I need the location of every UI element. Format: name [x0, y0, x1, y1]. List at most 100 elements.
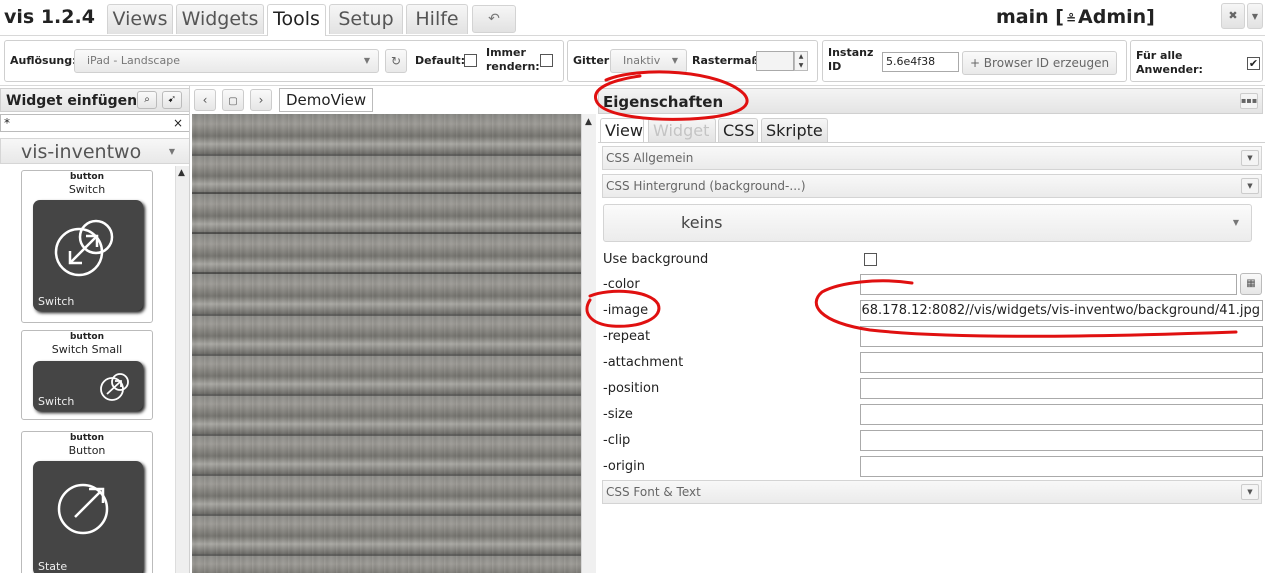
- color-picker-button[interactable]: ▦: [1240, 273, 1262, 295]
- position-input[interactable]: [860, 378, 1263, 399]
- filter-value: *: [4, 116, 10, 130]
- widget-type: button: [69, 172, 105, 182]
- default-checkbox[interactable]: [464, 54, 477, 67]
- plank-divider: [192, 394, 581, 396]
- section-css-general[interactable]: CSS Allgemein ▼: [602, 146, 1262, 170]
- widget-card-switch[interactable]: button Switch Switch: [21, 170, 153, 323]
- tab-widget[interactable]: Widget: [648, 118, 716, 142]
- menu-tab-views[interactable]: Views: [107, 4, 173, 34]
- palette-icon: ▦: [1246, 278, 1256, 289]
- background-preset-value: keins: [681, 213, 723, 232]
- render-label-2: rendern:: [486, 60, 540, 73]
- prop-label-repeat: -repeat: [603, 329, 651, 344]
- widget-name: Switch Small: [51, 343, 123, 356]
- widget-filter-input[interactable]: * ×: [0, 114, 189, 132]
- view-canvas-background[interactable]: [192, 114, 581, 573]
- search-icon: ⌕: [144, 94, 150, 105]
- chevron-down-icon[interactable]: ▼: [1241, 150, 1259, 166]
- menu-tab-widgets[interactable]: Widgets: [176, 4, 264, 34]
- chevron-down-icon: ▼: [168, 147, 175, 156]
- delete-view-button[interactable]: ▢: [222, 89, 244, 111]
- image-input[interactable]: http://192.168.178.12:8082//vis/widgets/…: [860, 300, 1263, 321]
- undo-button[interactable]: ↶: [472, 5, 516, 33]
- use-background-label: Use background: [603, 252, 709, 267]
- section-label: CSS Hintergrund (background-...): [606, 179, 806, 193]
- view-name-tab[interactable]: DemoView: [279, 88, 374, 112]
- color-input[interactable]: [860, 274, 1237, 295]
- search-button[interactable]: ⌕: [137, 91, 157, 109]
- chevron-down-icon: ▼: [363, 56, 370, 65]
- top-menu-bar: vis 1.2.4 Views Widgets Tools Setup Hilf…: [0, 0, 1265, 36]
- raster-spinner[interactable]: ▲ ▼: [794, 51, 808, 71]
- instance-label-1: Instanz: [828, 46, 874, 59]
- clip-input[interactable]: [860, 430, 1263, 451]
- widget-caption: Switch: [38, 395, 75, 408]
- undo-icon: ↶: [488, 11, 500, 27]
- section-css-background[interactable]: CSS Hintergrund (background-...) ▼: [602, 174, 1262, 198]
- clear-filter-icon[interactable]: ×: [173, 115, 183, 131]
- menu-tab-tools[interactable]: Tools: [267, 4, 326, 36]
- widget-type: button: [69, 433, 105, 443]
- raster-input[interactable]: [756, 51, 794, 71]
- always-render-checkbox[interactable]: [540, 54, 553, 67]
- attachment-input[interactable]: [860, 352, 1263, 373]
- resolution-select[interactable]: iPad - Landscape ▼: [74, 49, 379, 73]
- collapse-button[interactable]: ▪▪▪: [1240, 93, 1258, 109]
- use-background-checkbox[interactable]: [864, 253, 877, 266]
- widget-set-select[interactable]: vis-inventwo ▼: [0, 138, 189, 164]
- refresh-button[interactable]: ↻: [385, 49, 407, 73]
- properties-title: Eigenschaften: [603, 93, 724, 111]
- tab-css[interactable]: CSS: [718, 118, 758, 142]
- default-label: Default:: [415, 54, 466, 67]
- palette-scrollbar[interactable]: ▲: [175, 166, 189, 573]
- chevron-left-icon: ‹: [202, 93, 208, 107]
- canvas-scrollbar[interactable]: ▲: [581, 114, 596, 573]
- instance-id-input[interactable]: 5.6e4f38: [882, 52, 959, 72]
- menu-tab-setup[interactable]: Setup: [329, 4, 403, 34]
- section-css-font[interactable]: CSS Font & Text ▼: [602, 480, 1262, 504]
- widget-card-button[interactable]: button Button State: [21, 431, 153, 573]
- chevron-down-icon[interactable]: ▼: [1241, 178, 1259, 194]
- resolution-value: iPad - Landscape: [87, 54, 180, 67]
- origin-input[interactable]: [860, 456, 1263, 477]
- all-users-label-2: Anwender:: [1136, 63, 1203, 76]
- chevron-right-icon: ›: [258, 93, 264, 107]
- widget-card-switch-small[interactable]: button Switch Small Switch: [21, 330, 153, 420]
- tab-view[interactable]: View: [600, 118, 644, 142]
- repeat-input[interactable]: [860, 326, 1263, 347]
- section-label: CSS Allgemein: [606, 151, 694, 165]
- all-users-label-1: Für alle: [1136, 49, 1183, 62]
- scroll-up-icon[interactable]: ▲: [178, 168, 185, 178]
- prev-view-button[interactable]: ‹: [194, 89, 216, 111]
- size-input[interactable]: [860, 404, 1263, 425]
- plank-divider: [192, 232, 581, 234]
- grid-value: Inaktiv: [623, 54, 661, 67]
- all-users-checkbox[interactable]: ✔: [1247, 57, 1260, 70]
- more-button[interactable]: ▼: [1247, 3, 1263, 29]
- scroll-up-icon[interactable]: ▲: [585, 117, 592, 127]
- next-view-button[interactable]: ›: [250, 89, 272, 111]
- render-label-1: Immer: [486, 46, 526, 59]
- widget-preview-tile: Switch: [33, 200, 143, 311]
- chevron-down-icon[interactable]: ▼: [1241, 484, 1259, 500]
- toolbar: Auflösung: iPad - Landscape ▼ ↻ Default:…: [0, 36, 1265, 86]
- close-icon: ✖: [1228, 9, 1238, 22]
- menu-tab-hilfe[interactable]: Hilfe: [406, 4, 468, 34]
- tag-button[interactable]: ➹: [162, 91, 182, 109]
- collapse-icon: ▪▪▪: [1241, 96, 1258, 105]
- widget-set-value: vis-inventwo: [21, 141, 142, 163]
- tab-skripte[interactable]: Skripte: [761, 118, 828, 142]
- plank-divider: [192, 514, 581, 516]
- widget-caption: State: [38, 560, 68, 573]
- section-label: CSS Font & Text: [606, 485, 701, 499]
- palette-title: Widget einfügen: [6, 93, 138, 109]
- grid-select[interactable]: Inaktiv ▼: [610, 49, 687, 73]
- palette-header: Widget einfügen ⌕ ➹: [0, 88, 189, 112]
- refresh-icon: ↻: [390, 54, 402, 68]
- grid-group: Gitter Inaktiv ▼ Rastermaß: ▲ ▼: [567, 40, 818, 82]
- plank-divider: [192, 554, 581, 556]
- close-button[interactable]: ✖: [1221, 3, 1245, 29]
- create-browser-id-button[interactable]: + Browser ID erzeugen: [962, 51, 1117, 75]
- plank-divider: [192, 474, 581, 476]
- background-preset-select[interactable]: keins ▼: [603, 204, 1252, 242]
